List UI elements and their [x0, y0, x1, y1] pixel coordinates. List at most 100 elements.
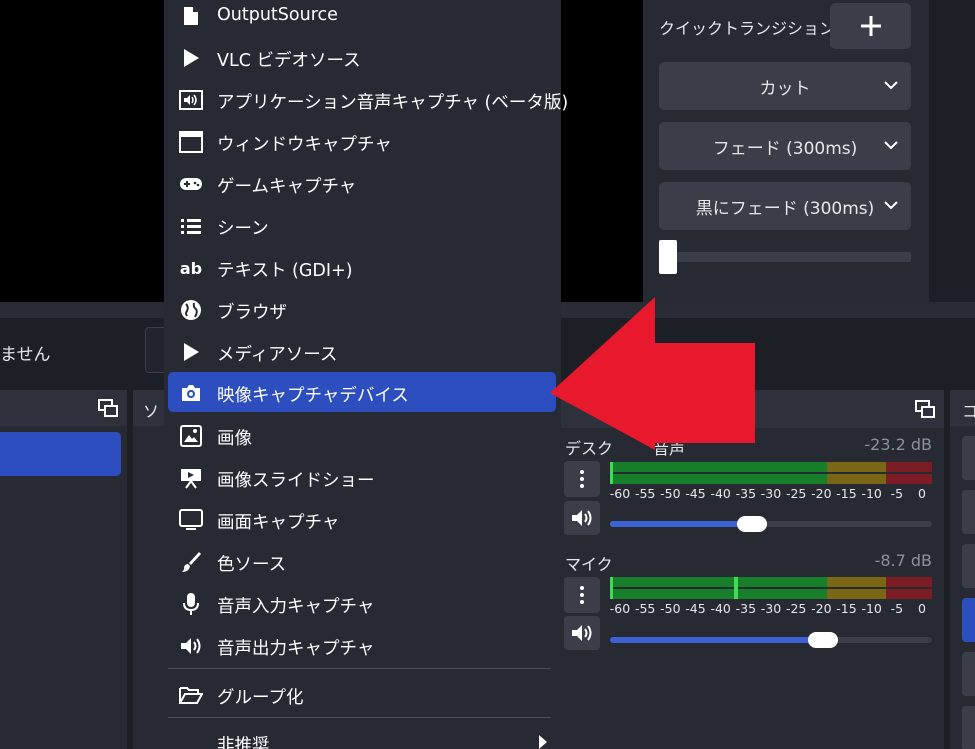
add-quick-transition-button[interactable] [830, 3, 911, 49]
menu-item-browser[interactable]: ブラウザ [168, 289, 556, 329]
transition-label: 黒にフェード (300ms) [695, 198, 875, 219]
meter-tick-label: -20 [811, 486, 832, 501]
scene-transitions-panel: クイックトランジション カット フェード (300ms) 黒にフェード (300… [643, 0, 929, 318]
meter-tick-label: -5 [890, 601, 904, 616]
meter-tick-label: -30 [760, 601, 782, 616]
speaker-icon [176, 633, 206, 659]
menu-separator [168, 668, 551, 669]
transition-label: フェード (300ms) [712, 138, 858, 159]
transition-fade-select[interactable]: フェード (300ms) [659, 122, 911, 170]
transition-cut-select[interactable]: カット [659, 62, 911, 110]
volume-slider-handle[interactable] [737, 516, 767, 532]
panel-gutter [929, 0, 975, 318]
meter-peak [733, 577, 738, 599]
mixer-channel-name: マイク [565, 555, 613, 574]
file-icon [176, 3, 206, 29]
volume-meter [610, 577, 932, 599]
control-button[interactable] [962, 652, 975, 696]
meter-tick-label: -25 [785, 601, 807, 616]
transition-fade-black-select[interactable]: 黒にフェード (300ms) [659, 182, 911, 230]
mixer-channel-db: -23.2 dB [864, 435, 932, 454]
play-icon [176, 45, 206, 71]
meter-tick-label: -15 [836, 486, 857, 501]
menu-item-scene[interactable]: シーン [168, 205, 556, 245]
add-source-menu: OutputSource VLC ビデオソース アプリケーション音声キャプチャ … [164, 0, 568, 749]
meter-tick-label: -10 [861, 486, 882, 501]
volume-slider[interactable] [610, 516, 932, 532]
folder-open-icon [176, 682, 206, 708]
mute-button[interactable] [564, 616, 600, 650]
speaker-icon [572, 625, 592, 641]
control-button[interactable] [962, 544, 975, 588]
camera-icon [176, 380, 206, 406]
menu-item-outputsource[interactable]: OutputSource [168, 0, 556, 35]
menu-item-app-audio-capture[interactable]: アプリケーション音声キャプチャ (ベータ版) [168, 79, 568, 119]
menu-separator [168, 717, 551, 718]
monitor-icon [176, 507, 206, 533]
controls-dock-title: コ [962, 402, 975, 421]
microphone-icon [176, 591, 206, 617]
scene-list-item-selected[interactable] [0, 432, 121, 476]
speaker-icon [572, 510, 592, 526]
meter-tick-label: -45 [685, 486, 706, 501]
undock-icon[interactable] [98, 399, 118, 417]
text-icon: ab [179, 258, 203, 278]
menu-item-text-gdi[interactable]: ab テキスト (GDI+) [168, 247, 556, 287]
menu-item-image-slideshow[interactable]: 画像スライドショー [168, 457, 556, 497]
gamepad-icon [176, 171, 206, 197]
menu-item-vlc-source[interactable]: VLC ビデオソース [168, 37, 556, 77]
chevron-down-icon [884, 141, 898, 150]
meter-tick-label: -55 [634, 486, 656, 501]
menu-item-media-source[interactable]: メディアソース [168, 331, 556, 371]
list-icon [176, 213, 206, 239]
menu-item-game-capture[interactable]: ゲームキャプチャ [168, 163, 556, 203]
meter-scale: -60 -55 -50 -45 -40 -35 -30 -25 -20 -15 -10 -5 0 [610, 601, 932, 619]
menu-item-audio-input-capture[interactable]: 音声入力キャプチャ [168, 583, 556, 623]
meter-tick-label: -60 [609, 601, 631, 616]
channel-menu-button[interactable] [564, 577, 600, 613]
menu-item-display-capture[interactable]: 画面キャプチャ [168, 499, 556, 539]
control-button[interactable] [962, 436, 975, 480]
meter-scale: -60 -55 -50 -45 -40 -35 -30 -25 -20 -15 -10 -5 0 [610, 486, 932, 504]
meter-tick-label: -30 [760, 486, 782, 501]
menu-item-color-source[interactable]: 色ソース [168, 541, 556, 581]
mixer-channel-db: -8.7 dB [874, 551, 932, 570]
undock-icon[interactable] [915, 400, 935, 418]
meter-tick-label: -55 [634, 601, 656, 616]
app-audio-icon [176, 87, 206, 113]
meter-tick-label: -60 [609, 486, 631, 501]
volume-slider-handle[interactable] [808, 632, 838, 648]
globe-icon [176, 297, 206, 323]
menu-item-deprecated[interactable]: 非推奨 [168, 722, 556, 749]
brush-icon [176, 549, 206, 575]
window-icon [176, 129, 206, 155]
chevron-down-icon [884, 201, 898, 210]
menu-item-video-capture-device[interactable]: 映像キャプチャデバイス [168, 372, 556, 412]
slideshow-icon [176, 465, 206, 491]
mute-button[interactable] [564, 501, 600, 535]
submenu-arrow-icon [539, 735, 547, 749]
meter-tick-label: -40 [710, 601, 731, 616]
image-icon [176, 423, 206, 449]
sources-dock-header: ソ [133, 390, 164, 426]
status-text: ません [0, 345, 51, 365]
program-preview [0, 0, 164, 302]
menu-item-image[interactable]: 画像 [168, 415, 556, 455]
control-button-active[interactable] [962, 598, 975, 642]
control-button[interactable] [962, 706, 975, 749]
meter-tick-label: -35 [735, 601, 757, 616]
menu-item-audio-output-capture[interactable]: 音声出力キャプチャ [168, 625, 556, 665]
menu-item-window-capture[interactable]: ウィンドウキャプチャ [168, 121, 556, 161]
meter-tick-label: -35 [735, 486, 757, 501]
plus-icon [860, 16, 881, 36]
sources-dock: ソ [133, 390, 164, 749]
chevron-down-icon [884, 81, 898, 90]
menu-item-group[interactable]: グループ化 [168, 674, 556, 714]
channel-menu-button[interactable] [564, 461, 600, 497]
volume-meter [610, 462, 932, 484]
play-icon [176, 339, 206, 365]
transition-slider-handle[interactable] [659, 240, 677, 274]
volume-slider[interactable] [610, 632, 932, 648]
transition-slider-track[interactable] [659, 252, 911, 262]
control-button[interactable] [962, 490, 975, 534]
